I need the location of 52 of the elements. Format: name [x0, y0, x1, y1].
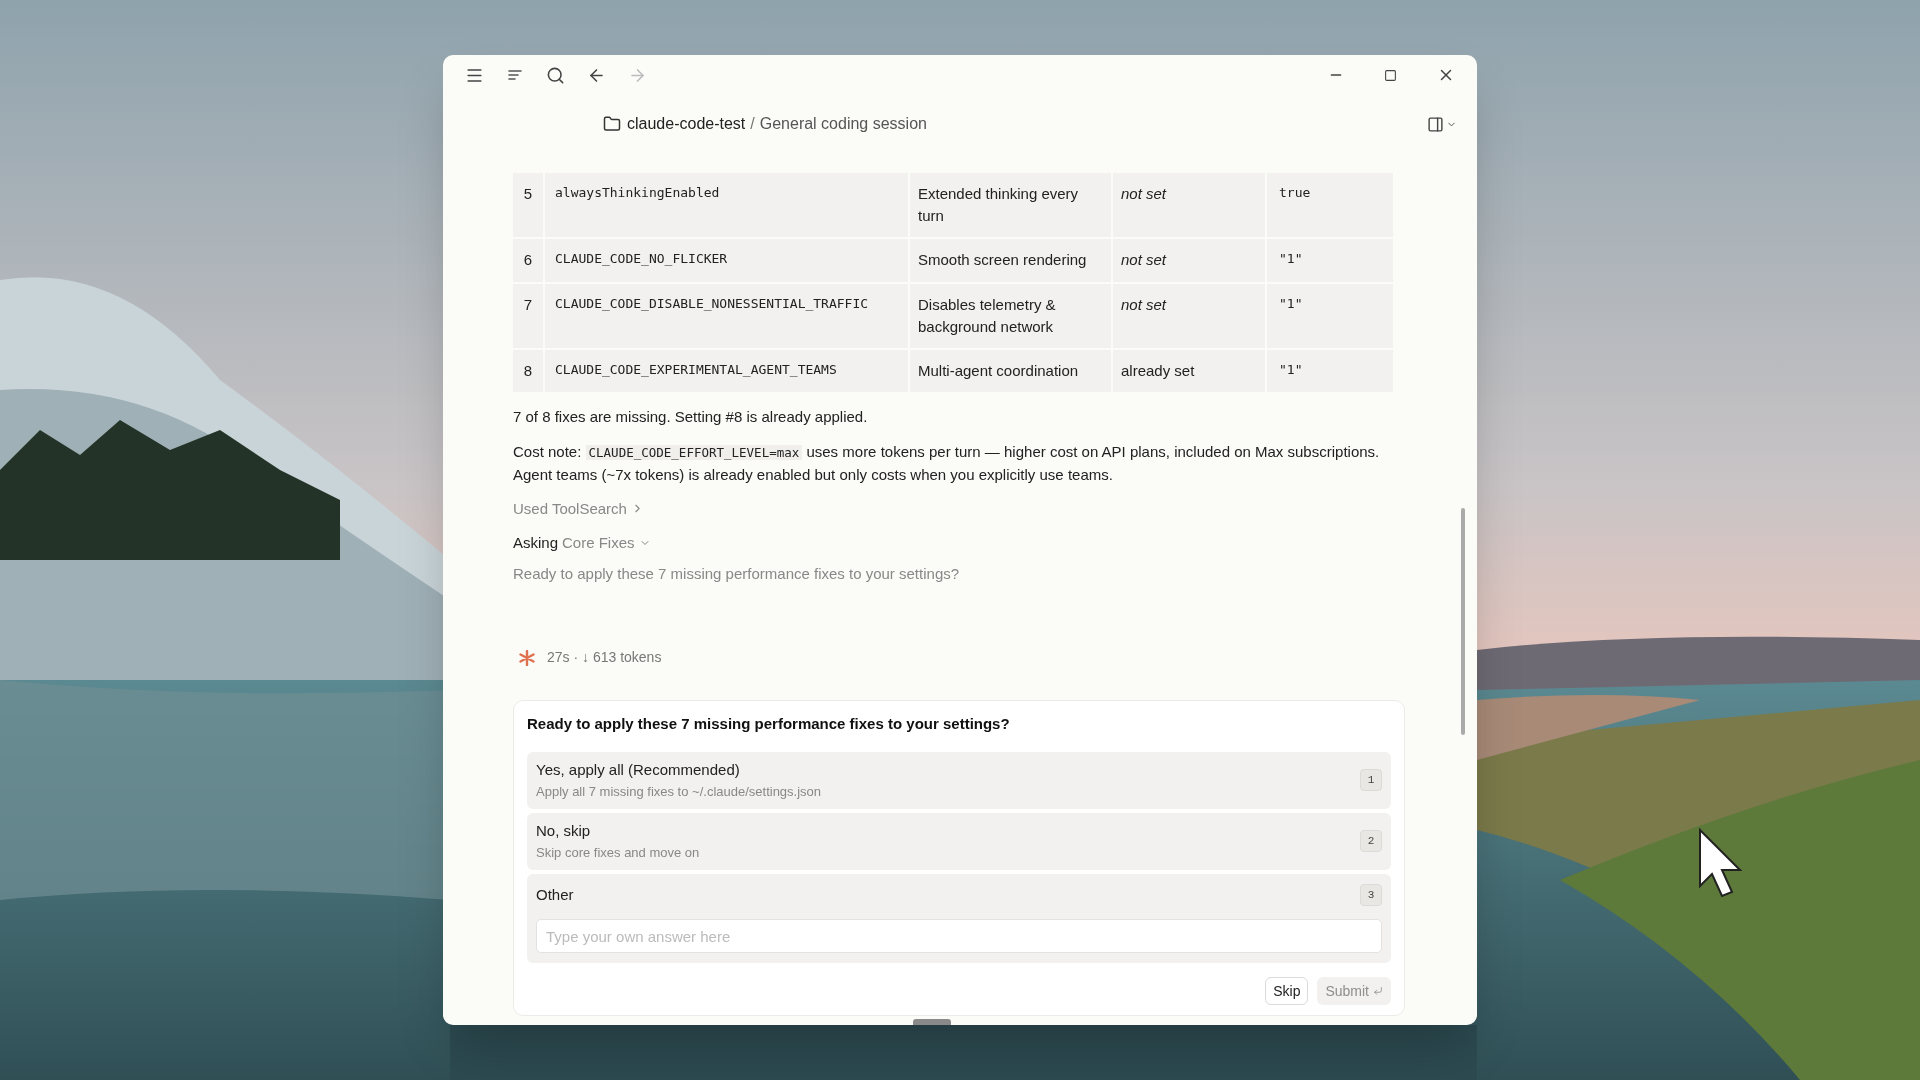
session-title[interactable]: General coding session [759, 112, 927, 136]
question-title: Ready to apply these 7 missing performance fixes to your settings? [527, 714, 1011, 734]
setting-key: CLAUDE_CODE_NO_FLICKER [545, 239, 908, 282]
option-label: Other [536, 884, 575, 905]
row-number: 7 [513, 283, 543, 348]
tool-use-toggle[interactable]: Used ToolSearch [513, 497, 644, 520]
panel-toggle-button[interactable] [1427, 115, 1457, 133]
new-value: "1" [1267, 349, 1393, 392]
current-value: not set [1113, 173, 1265, 237]
option-label: Yes, apply all (Recommended) [536, 759, 741, 780]
setting-key: CLAUDE_CODE_EXPERIMENTAL_AGENT_TEAMS [545, 349, 908, 392]
option-description: Apply all 7 missing fixes to ~/.claude/settings.json [536, 783, 823, 801]
shortcut-key: 2 [1360, 830, 1382, 852]
answer-option[interactable]: Yes, apply all (Recommended) Apply all 7 missing fixes to ~/.claude/settings.json 1 [527, 751, 1391, 809]
setting-key: CLAUDE_CODE_DISABLE_NONESSENTIAL_TRAFFIC [545, 283, 908, 348]
shortcut-key: 1 [1360, 769, 1382, 791]
side-panel-icon [1427, 115, 1444, 133]
maximize-icon[interactable] [1384, 68, 1397, 82]
option-description: Skip core fixes and move on [536, 844, 701, 862]
current-value: not set [1113, 283, 1265, 348]
asking-toggle[interactable]: Asking Core Fixes [513, 532, 651, 555]
search-icon[interactable] [546, 65, 565, 85]
answer-field[interactable]: Type your own answer here [536, 919, 1382, 953]
setting-key: alwaysThinkingEnabled [545, 173, 908, 237]
other-option[interactable]: Other 3 Type your own answer here [527, 873, 1391, 963]
row-number: 6 [513, 239, 543, 282]
project-name[interactable]: claude-code-test [627, 112, 746, 136]
new-value: "1" [1267, 283, 1393, 348]
setting-description: Smooth screen rendering [910, 239, 1111, 282]
shortcut-key: 3 [1360, 883, 1382, 906]
setting-description: Extended thinking every turn [910, 173, 1111, 237]
answer-option[interactable]: No, skip Skip core fixes and move on 2 [527, 812, 1391, 870]
resize-handle[interactable] [913, 1019, 951, 1025]
new-value: "1" [1267, 239, 1393, 282]
current-value: already set [1113, 349, 1265, 392]
folder-icon [603, 115, 621, 133]
setting-description: Multi-agent coordination [910, 349, 1111, 392]
current-value: not set [1113, 239, 1265, 282]
enter-key-icon [1373, 986, 1383, 996]
skip-button[interactable]: Skip [1265, 977, 1309, 1005]
setting-description: Disables telemetry & background network [910, 283, 1111, 348]
summary-text: 7 of 8 fixes are missing. Setting #8 is already applied. [513, 407, 869, 427]
breadcrumb-separator: / [750, 114, 755, 134]
row-number: 5 [513, 173, 543, 237]
question-preview: Ready to apply these 7 missing performance fixes to your settings? [513, 563, 961, 584]
row-number: 8 [513, 349, 543, 392]
scrollbar-thumb[interactable] [1461, 508, 1465, 735]
cost-note: Cost note: CLAUDE_CODE_EFFORT_LEVEL=max uses more tokens per turn — higher cost on API plans, included on Max subscriptions. Agent teams (~7x tokens) is already enabled but only costs when you explicitly use teams. [513, 441, 1381, 485]
option-label: No, skip [536, 820, 592, 841]
token-status: 27s · ↓ 613 tokens [547, 648, 662, 667]
asterisk-icon [519, 649, 535, 666]
new-value: true [1267, 173, 1393, 237]
